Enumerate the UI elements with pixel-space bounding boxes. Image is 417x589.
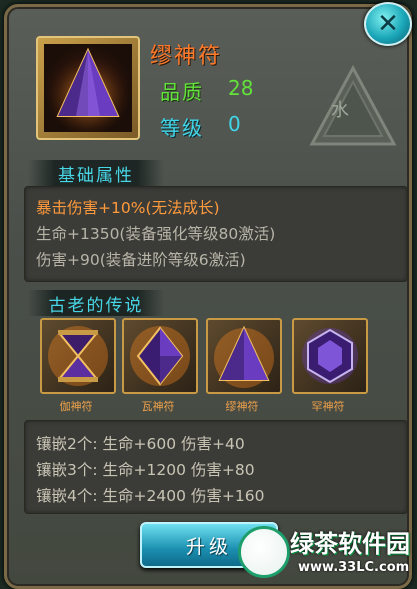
attribute-line: 暴击伤害+10%(无法成长) (36, 199, 220, 217)
pyramid-rune-icon (46, 47, 130, 134)
water-element-icon (309, 64, 397, 146)
quality-label: 品质 (160, 80, 204, 104)
diamond-rune-icon (130, 326, 190, 386)
quality-value: 28 (228, 76, 254, 100)
watermark-logo (238, 526, 290, 578)
pyramid-rune-icon (214, 325, 274, 388)
set-bonus-line: 镶嵌2个: 生命+600 伤害+40 (36, 435, 245, 453)
item-name: 缪神符 (150, 44, 223, 69)
set-item-3[interactable] (206, 318, 282, 394)
set-bonus-line: 镶嵌3个: 生命+1200 伤害+80 (36, 461, 255, 479)
set-bonus-line: 镶嵌4个: 生命+2400 伤害+160 (36, 487, 265, 505)
watermark-url: www.33LC.com (298, 560, 410, 575)
set-item-2[interactable] (122, 318, 198, 394)
watermark-name: 绿茶软件园 (290, 530, 410, 558)
hourglass-rune-icon (48, 326, 108, 386)
hexagon-rune-icon (302, 328, 358, 384)
close-button[interactable]: ✕ (364, 2, 412, 46)
basic-attributes-title: 基础属性 (28, 160, 164, 186)
element-label: 水 (331, 100, 349, 121)
set-item-label: 缪神符 (225, 400, 259, 413)
set-item-1[interactable] (40, 318, 116, 394)
set-item-label: 罕神符 (311, 400, 345, 413)
set-item-label: 伽神符 (59, 400, 93, 413)
attribute-line: 生命+1350(装备强化等级80激活) (36, 225, 276, 243)
set-item-label: 瓦神符 (141, 400, 175, 413)
level-label: 等级 (160, 116, 204, 140)
close-icon: ✕ (377, 9, 399, 39)
watermark: 绿茶软件园 www.33LC.com (238, 520, 414, 584)
attribute-line: 伤害+90(装备进阶等级6激活) (36, 251, 246, 269)
set-title: 古老的传说 (28, 290, 164, 316)
item-icon-frame (36, 36, 140, 140)
level-value: 0 (228, 112, 241, 136)
set-item-4[interactable] (292, 318, 368, 394)
